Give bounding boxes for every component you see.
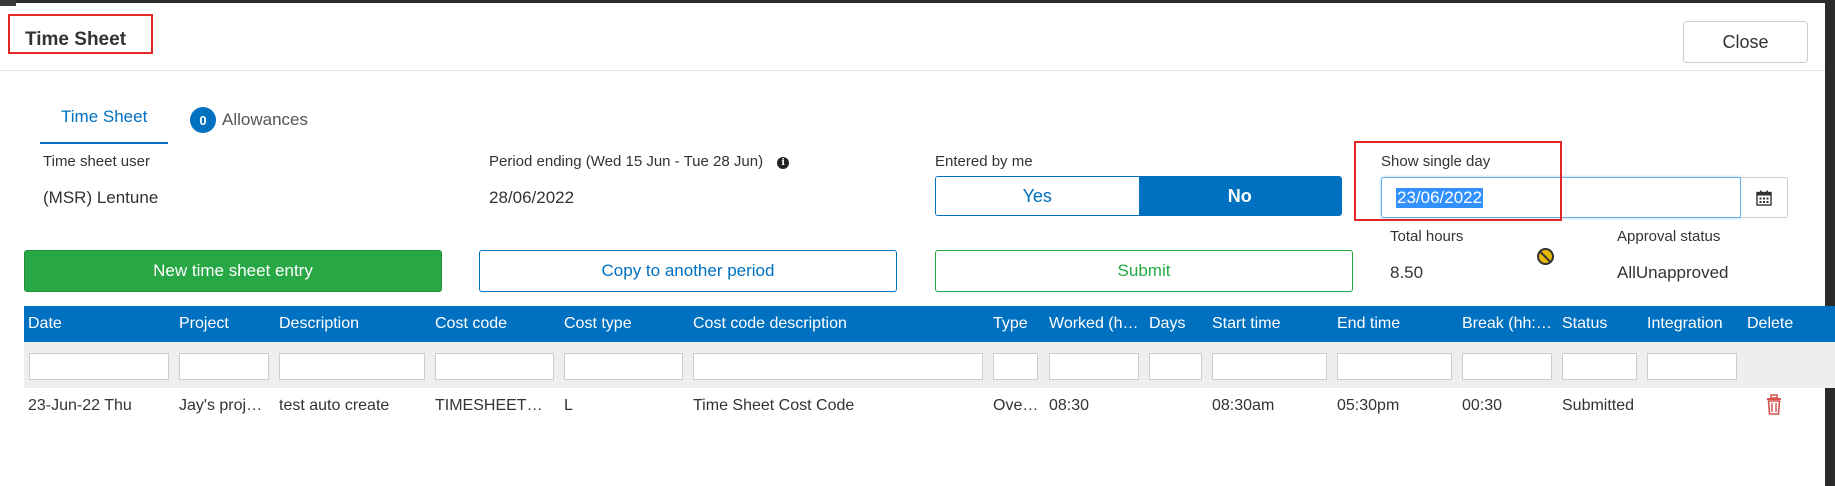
filter-cost-type[interactable] [564,353,683,380]
close-button[interactable]: Close [1683,21,1808,63]
cell-description: test auto create [279,397,390,414]
toggle-no[interactable]: No [1138,177,1341,215]
filter-days[interactable] [1149,353,1202,380]
filter-cost-code[interactable] [435,353,554,380]
cell-date: 23-Jun-22 Thu [28,397,132,414]
dialog-header: Time Sheet Close [0,3,1825,71]
filter-project[interactable] [179,353,269,380]
time-sheet-user-value: (MSR) Lentune [43,188,159,207]
filter-cost-code-description[interactable] [693,353,983,380]
calendar-button[interactable] [1741,177,1788,218]
approval-status-value: AllUnapproved [1617,263,1729,282]
ban-icon [1537,248,1554,265]
filter-status[interactable] [1562,353,1637,380]
new-entry-button[interactable]: New time sheet entry [24,250,442,292]
cell-end-time: 05:30pm [1337,397,1400,414]
filter-break[interactable] [1462,353,1552,380]
highlight-title [8,14,153,54]
col-start-time[interactable]: Start time [1212,315,1332,333]
time-sheet-user-label: Time sheet user [43,153,150,170]
allowances-count-badge: 0 [190,107,216,133]
col-type[interactable]: Type [993,315,1043,333]
submit-button[interactable]: Submit [935,250,1353,292]
cell-start-time: 08:30am [1212,397,1275,414]
col-status[interactable]: Status [1562,315,1642,333]
copy-period-button[interactable]: Copy to another period [479,250,897,292]
col-delete: Delete [1747,315,1794,332]
grid-filter-row [24,342,1835,388]
filter-end-time[interactable] [1337,353,1452,380]
col-cost-type[interactable]: Cost type [564,315,684,333]
col-description[interactable]: Description [279,315,419,333]
col-end-time[interactable]: End time [1337,315,1457,333]
cell-type: Overtime [993,397,1041,414]
toggle-yes[interactable]: Yes [936,177,1139,215]
filter-worked[interactable] [1049,353,1139,380]
calendar-icon [1756,190,1772,206]
cell-cost-type: L [564,397,573,414]
col-project[interactable]: Project [179,315,259,333]
filter-integration[interactable] [1647,353,1737,380]
info-icon[interactable]: i [777,157,790,169]
tab-allowances-label: Allowances [222,110,308,129]
scrollbar-track[interactable] [1825,0,1835,486]
col-date[interactable]: Date [28,315,148,333]
period-ending-label: Period ending (Wed 15 Jun - Tue 28 Jun) i [489,153,790,170]
cell-status: Submitted [1562,397,1635,414]
tab-time-sheet[interactable]: Time Sheet [61,107,147,127]
filter-type[interactable] [993,353,1038,380]
col-cost-code[interactable]: Cost code [435,315,555,333]
cell-break: 00:30 [1462,397,1503,414]
total-hours-label: Total hours [1390,228,1464,245]
filter-date[interactable] [29,353,169,380]
col-break[interactable]: Break (hh:mm) [1462,315,1553,333]
entered-by-me-label: Entered by me [935,153,1033,170]
col-integration[interactable]: Integration [1647,315,1737,333]
filter-start-time[interactable] [1212,353,1327,380]
active-tab-indicator [40,142,168,144]
grid-header-row: Date Project Description Cost code Cost … [24,306,1835,342]
col-days[interactable]: Days [1149,315,1209,333]
cell-worked: 08:30 [1049,397,1090,414]
col-cost-code-description[interactable]: Cost code description [693,315,973,333]
tab-allowances[interactable]: 0 Allowances [190,107,308,133]
approval-status-label: Approval status [1617,228,1721,245]
total-hours-value: 8.50 [1390,263,1424,282]
highlight-single-day [1354,141,1562,221]
col-worked[interactable]: Worked (hh:mm) [1049,315,1140,333]
filter-description[interactable] [279,353,425,380]
period-ending-value: 28/06/2022 [489,188,575,207]
period-ending-text: Period ending (Wed 15 Jun - Tue 28 Jun) [489,153,764,170]
entered-by-me-toggle: Yes No [935,176,1342,216]
cell-project: Jay's project [179,397,267,414]
trash-icon[interactable] [1764,394,1784,416]
cell-cost-code: TIMESHEETCODE [435,397,554,414]
cell-cost-code-description: Time Sheet Cost Code [693,397,855,414]
